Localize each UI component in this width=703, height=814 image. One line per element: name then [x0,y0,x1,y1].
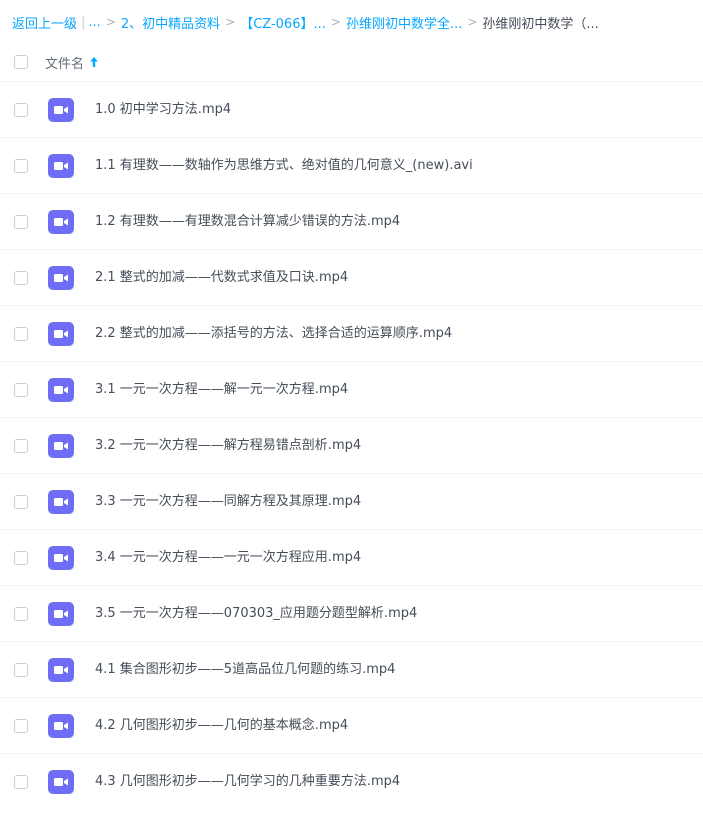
breadcrumb-current: 孙维刚初中数学（... [482,16,599,32]
file-name[interactable]: 2.1 整式的加减——代数式求值及口诀.mp4 [95,250,348,306]
video-file-icon [48,98,74,122]
column-header-filename[interactable]: 文件名 [45,53,99,72]
video-file-icon [48,546,74,570]
row-checkbox[interactable] [14,103,28,117]
back-link[interactable]: 返回上一级 [12,13,77,32]
row-checkbox[interactable] [14,327,28,341]
file-row[interactable]: 2.2 整式的加减——添括号的方法、选择合适的运算顺序.mp4 [0,305,703,361]
breadcrumb-item-1[interactable]: 2、初中精品资料 [121,13,220,32]
file-row[interactable]: 1.1 有理数——数轴作为思维方式、绝对值的几何意义_(new).avi [0,137,703,193]
file-row[interactable]: 3.4 一元一次方程——一元一次方程应用.mp4 [0,529,703,585]
video-file-icon [48,266,74,290]
breadcrumb-pipe: | [81,14,86,30]
file-row[interactable]: 3.2 一元一次方程——解方程易错点剖析.mp4 [0,417,703,473]
file-row[interactable]: 1.0 初中学习方法.mp4 [0,81,703,137]
breadcrumb-item-3[interactable]: 孙维刚初中数学全... [346,13,462,32]
file-name[interactable]: 3.5 一元一次方程——070303_应用题分题型解析.mp4 [95,586,417,642]
row-checkbox[interactable] [14,663,28,677]
video-file-icon [48,602,74,626]
file-name[interactable]: 4.3 几何图形初步——几何学习的几种重要方法.mp4 [95,754,400,810]
file-name[interactable]: 1.2 有理数——有理数混合计算减少错误的方法.mp4 [95,194,400,250]
file-row[interactable]: 3.5 一元一次方程——070303_应用题分题型解析.mp4 [0,585,703,641]
breadcrumb-item-2[interactable]: 【CZ-066】... [240,13,326,32]
breadcrumb-separator: > [225,15,236,29]
file-name[interactable]: 1.0 初中学习方法.mp4 [95,82,231,138]
row-checkbox[interactable] [14,271,28,285]
row-checkbox[interactable] [14,383,28,397]
file-row[interactable]: 2.1 整式的加减——代数式求值及口诀.mp4 [0,249,703,305]
row-checkbox[interactable] [14,215,28,229]
file-name[interactable]: 3.1 一元一次方程——解一元一次方程.mp4 [95,362,348,418]
file-name[interactable]: 3.4 一元一次方程——一元一次方程应用.mp4 [95,530,361,586]
row-checkbox[interactable] [14,719,28,733]
row-checkbox[interactable] [14,159,28,173]
file-name[interactable]: 1.1 有理数——数轴作为思维方式、绝对值的几何意义_(new).avi [95,138,473,194]
video-file-icon [48,210,74,234]
video-file-icon [48,378,74,402]
arrow-up-icon[interactable] [89,56,99,68]
breadcrumb-separator: > [330,15,341,29]
file-row[interactable]: 4.3 几何图形初步——几何学习的几种重要方法.mp4 [0,753,703,809]
file-row[interactable]: 4.1 集合图形初步——5道高品位几何题的练习.mp4 [0,641,703,697]
video-file-icon [48,714,74,738]
breadcrumb: 返回上一级 | ... > 2、初中精品资料 > 【CZ-066】... > 孙… [12,12,697,32]
column-header-label: 文件名 [45,56,85,72]
row-checkbox[interactable] [14,551,28,565]
file-name[interactable]: 2.2 整式的加减——添括号的方法、选择合适的运算顺序.mp4 [95,306,452,362]
row-checkbox[interactable] [14,495,28,509]
file-row[interactable]: 4.2 几何图形初步——几何的基本概念.mp4 [0,697,703,753]
breadcrumb-ellipsis[interactable]: ... [88,15,100,30]
video-file-icon [48,658,74,682]
video-file-icon [48,770,74,794]
file-list: 1.0 初中学习方法.mp4 1.1 有理数——数轴作为思维方式、绝对值的几何意… [0,81,703,809]
file-name[interactable]: 4.2 几何图形初步——几何的基本概念.mp4 [95,698,348,754]
breadcrumb-separator: > [105,15,116,29]
file-row[interactable]: 1.2 有理数——有理数混合计算减少错误的方法.mp4 [0,193,703,249]
video-file-icon [48,490,74,514]
file-name[interactable]: 4.1 集合图形初步——5道高品位几何题的练习.mp4 [95,642,395,698]
select-all-checkbox[interactable] [14,55,28,69]
file-row[interactable]: 3.1 一元一次方程——解一元一次方程.mp4 [0,361,703,417]
row-checkbox[interactable] [14,439,28,453]
file-name[interactable]: 3.2 一元一次方程——解方程易错点剖析.mp4 [95,418,361,474]
list-header: 文件名 [0,44,703,80]
row-checkbox[interactable] [14,607,28,621]
video-file-icon [48,154,74,178]
video-file-icon [48,322,74,346]
file-row[interactable]: 3.3 一元一次方程——同解方程及其原理.mp4 [0,473,703,529]
file-name[interactable]: 3.3 一元一次方程——同解方程及其原理.mp4 [95,474,361,530]
row-checkbox[interactable] [14,775,28,789]
video-file-icon [48,434,74,458]
breadcrumb-separator: > [467,15,478,29]
